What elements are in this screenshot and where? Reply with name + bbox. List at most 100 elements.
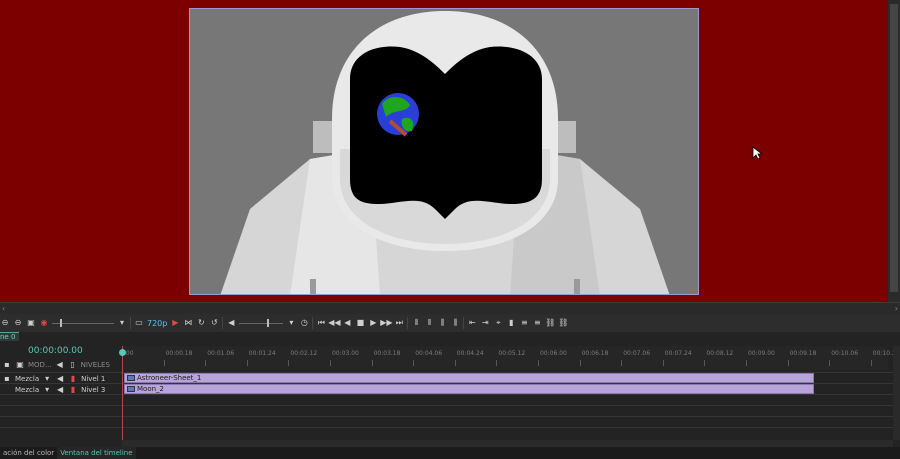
audio-icon[interactable]: ◀ [55,374,65,384]
preview-canvas[interactable] [189,8,699,295]
timeline-clip[interactable]: Moon_2 [124,384,814,394]
sequence-tab[interactable]: ne 0 [0,332,20,341]
preview-vertical-scrollbar[interactable] [888,0,900,302]
audio-icon[interactable]: ◀ [55,360,65,370]
lock-icon[interactable]: ▪ [2,360,12,370]
preview-panel [0,0,888,302]
ruler-tick-label: 00:10.06 [831,350,859,357]
record-icon[interactable]: ◉ [39,318,49,328]
timeline-panel: ne 0 00:00:00.00 ▪ ▣ MOD... ◀ ▯ NIVELES … [0,332,900,447]
stop-icon[interactable]: ■ [355,318,365,328]
current-timecode[interactable]: 00:00:00.00 [28,346,83,356]
align-center-icon[interactable]: ≡ [532,318,542,328]
clip-icon[interactable]: ▮ [506,318,516,328]
chevron-down-icon[interactable]: ▾ [42,374,52,384]
astronaut-image [220,11,670,294]
image-clip-icon [127,386,135,392]
chevron-down-icon[interactable]: ▾ [42,385,52,395]
ruler-tick-label: 00:08.12 [706,350,734,357]
mode-column-label: MOD... [28,361,52,369]
zoom-fit-icon[interactable]: ⊖ [13,318,23,328]
playhead[interactable] [122,346,123,440]
ruler-tick-label: 00:01.06 [207,350,235,357]
unlink-icon[interactable]: ⛓ [558,318,568,328]
ruler-tick [621,360,623,366]
markers-icon[interactable]: ⌖ [493,318,503,328]
timeline-horizontal-scrollbar[interactable] [122,440,893,447]
next-frame-icon[interactable]: ▶▶ [380,318,392,328]
timecode-icon[interactable]: ◷ [299,318,309,328]
ruler-tick [454,360,456,366]
solo-icon[interactable]: ▮ [68,374,78,384]
ruler-tick [746,360,747,366]
zoom-slider[interactable] [52,318,114,328]
go-out-icon[interactable]: ⇥ [480,318,490,328]
ruler-tick-label: 00:07.24 [664,350,692,357]
resolution-dropdown[interactable]: 720p [147,319,167,328]
rewind-icon[interactable]: ◀◀ [328,318,340,328]
loop-icon[interactable]: ↻ [196,318,206,328]
ruler-tick [163,360,165,366]
ruler-tick [246,360,248,366]
ruler-tick-label: 00:09.00 [748,350,775,357]
first-frame-icon[interactable]: ⏮ [316,318,326,328]
ruler-tick [205,360,207,366]
timeline-clip[interactable]: Astroneer-Sheet_1 [124,373,814,383]
volume-slider[interactable] [239,318,284,328]
ruler-tick-label: 00:07.06 [623,350,651,357]
mark-out-icon[interactable]: ⫴ [424,318,434,328]
preview-horizontal-scrollbar[interactable]: ‹ › [0,302,900,314]
track-row[interactable]: Mezcla ▾ ◀ ▮ Nivel 3 [0,384,120,395]
go-in-icon[interactable]: ⇤ [467,318,477,328]
scroll-right-icon[interactable]: › [895,304,898,313]
trim-icon[interactable]: ⫼ [450,318,460,328]
split-icon[interactable]: ⫼ [437,318,447,328]
monitor-icon[interactable]: ▭ [134,318,144,328]
safe-area-icon[interactable]: ▣ [26,318,36,328]
trash-icon[interactable]: ▯ [68,360,78,370]
ruler-tick-label: 00:06.00 [540,350,567,357]
audio-icon[interactable]: ◀ [55,385,65,395]
mark-in-icon[interactable]: ⫴ [411,318,421,328]
ruler-tick-label: 00:01.24 [248,350,276,357]
ruler-tick [829,360,831,366]
visibility-icon[interactable]: ▣ [15,360,25,370]
ruler-tick [288,360,290,366]
blend-mode-dropdown[interactable]: Mezcla [15,375,39,383]
align-left-icon[interactable]: ≡ [519,318,529,328]
timeline-vertical-scrollbar[interactable] [893,346,900,440]
ruler-tick [413,360,415,366]
prev-frame-icon[interactable]: ◀ [342,318,352,328]
ruler-tick [787,360,789,366]
play-icon[interactable]: ▶ [368,318,378,328]
ruler-tick [496,360,498,366]
lock-icon[interactable]: ▪ [2,374,12,384]
link-icon[interactable]: ⛓ [545,318,555,328]
track-row[interactable]: ▪ Mezcla ▾ ◀ ▮ Nivel 1 [0,373,120,384]
track-header-row: ▪ ▣ MOD... ◀ ▯ NIVELES [0,359,120,371]
image-clip-icon [127,375,135,381]
ruler-tick [662,360,664,366]
volume-icon[interactable]: ◀ [226,318,236,328]
ruler-tick-label: 00:04.24 [456,350,484,357]
playhead-handle[interactable] [119,349,126,356]
dropdown-icon[interactable]: ▾ [117,318,127,328]
tab-timeline-window[interactable]: Ventana del timeline [57,447,136,459]
mouse-cursor-icon [752,146,762,160]
zoom-out-icon[interactable]: ⊖ [0,318,10,328]
last-frame-icon[interactable]: ⏭ [394,318,404,328]
ruler-tick [579,360,581,366]
ruler-tick-label: 00:03.00 [332,350,359,357]
track-level-label: Nivel 1 [81,374,106,383]
play-triangle-icon[interactable]: ▶ [170,318,180,328]
ruler-tick [870,360,872,366]
snap-icon[interactable]: ⋈ [183,318,193,328]
scroll-left-icon[interactable]: ‹ [2,304,5,313]
levels-column-label: NIVELES [80,361,110,369]
undo-icon[interactable]: ↺ [209,318,219,328]
dropdown-icon[interactable]: ▾ [286,318,296,328]
time-ruler[interactable]: .00 00:00.18 00:01.06 00:01.24 00:02.12 00:03… [122,346,900,370]
tab-color-grading[interactable]: ación del color [0,447,57,459]
blend-mode-dropdown[interactable]: Mezcla [15,386,39,394]
solo-icon[interactable]: ▮ [68,385,78,395]
